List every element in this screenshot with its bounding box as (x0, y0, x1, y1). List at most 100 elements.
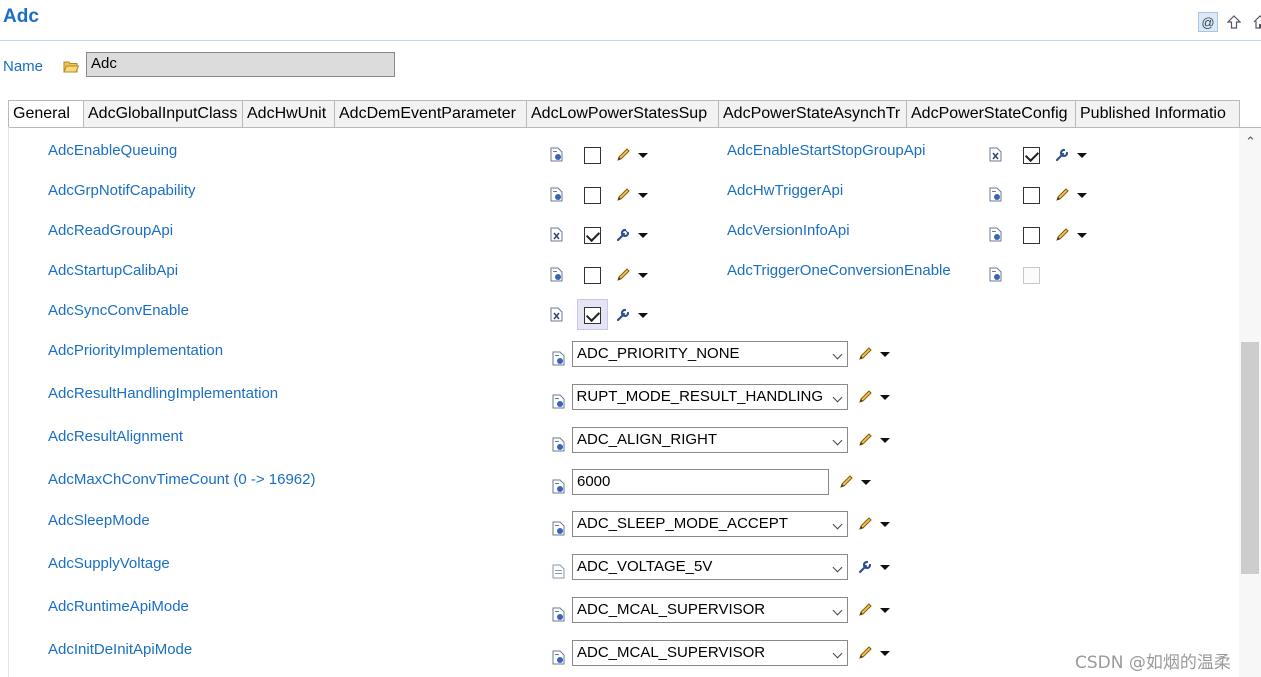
chevron-down-icon[interactable] (880, 395, 890, 400)
doc-pin-icon[interactable] (989, 227, 1002, 242)
doc-pin-icon[interactable] (550, 147, 563, 162)
tab-underline (8, 127, 1261, 128)
param-label: AdcStartupCalibApi (48, 262, 179, 279)
doc-pin-icon[interactable] (550, 187, 563, 202)
doc-x-icon[interactable] (989, 147, 1002, 162)
doc-x-icon[interactable] (550, 307, 563, 322)
doc-pin-icon[interactable] (552, 437, 565, 452)
tab-adc-power-state-config[interactable]: AdcPowerStateConfig (907, 100, 1076, 128)
wrench-icon[interactable] (615, 307, 631, 323)
scroll-up-icon[interactable]: ⌃ (1245, 134, 1256, 150)
param-label: AdcRuntimeApiMode (48, 598, 189, 615)
checkbox[interactable] (584, 307, 601, 324)
wrench-icon[interactable] (1054, 147, 1070, 163)
chevron-down-icon[interactable] (638, 233, 648, 238)
doc-pin-icon[interactable] (552, 650, 565, 665)
chevron-down-icon[interactable] (1077, 193, 1087, 198)
dropdown[interactable]: ADC_MCAL_SUPERVISOR (572, 597, 848, 623)
tab-adc-hw-unit[interactable]: AdcHwUnit (243, 100, 335, 128)
at-icon[interactable]: @ (1198, 12, 1218, 32)
up-arrow-icon[interactable] (1224, 12, 1244, 32)
pencil-icon[interactable] (857, 389, 873, 405)
tab-adc-dem-event-parameter[interactable]: AdcDemEventParameter (335, 100, 527, 128)
checkbox[interactable] (1023, 227, 1040, 244)
tab-adc-global-input-class[interactable]: AdcGlobalInputClass (84, 100, 243, 128)
checkbox[interactable] (584, 267, 601, 284)
param-label: AdcMaxChConvTimeCount (0 -> 16962) (48, 471, 316, 488)
chevron-down-icon[interactable] (880, 608, 890, 613)
param-label: AdcGrpNotifCapability (48, 182, 196, 199)
checkbox[interactable] (1023, 147, 1040, 164)
param-label: AdcSupplyVoltage (48, 555, 170, 572)
dropdown[interactable]: ADC_SLEEP_MODE_ACCEPT (572, 511, 848, 537)
text-field[interactable]: 6000 (572, 469, 829, 495)
wrench-icon[interactable] (615, 227, 631, 243)
checkbox[interactable] (584, 147, 601, 164)
dropdown[interactable]: ADC_MCAL_SUPERVISOR (572, 640, 848, 666)
param-label: AdcEnableQueuing (48, 142, 178, 159)
chevron-down-icon[interactable] (638, 313, 648, 318)
chevron-down-icon[interactable] (880, 565, 890, 570)
pencil-icon[interactable] (857, 645, 873, 661)
pencil-icon[interactable] (857, 602, 873, 618)
dropdown[interactable]: ADC_VOLTAGE_5V (572, 554, 848, 580)
doc-pin-icon[interactable] (989, 267, 1002, 282)
pencil-icon[interactable] (857, 346, 873, 362)
dropdown[interactable]: ADC_PRIORITY_NONE (572, 341, 848, 367)
doc-pin-icon[interactable] (552, 521, 565, 536)
tab-bar: General AdcGlobalInputClass AdcHwUnit Ad… (8, 100, 1240, 128)
param-label: AdcPriorityImplementation (48, 342, 224, 359)
doc-pin-icon[interactable] (552, 479, 565, 494)
header-toolbar: @ (1198, 12, 1261, 32)
chevron-down-icon[interactable] (880, 438, 890, 443)
chevron-down-icon (832, 392, 843, 403)
checkbox[interactable] (584, 227, 601, 244)
chevron-down-icon[interactable] (861, 480, 871, 485)
doc-pin-icon[interactable] (989, 187, 1002, 202)
pencil-icon[interactable] (615, 147, 631, 163)
doc-pin-icon[interactable] (552, 394, 565, 409)
param-label: AdcReadGroupApi (48, 222, 174, 239)
checkbox[interactable] (584, 187, 601, 204)
header-divider (0, 40, 1261, 41)
chevron-down-icon[interactable] (880, 651, 890, 656)
pencil-icon[interactable] (857, 432, 873, 448)
tab-adc-low-power-states-sup[interactable]: AdcLowPowerStatesSup (527, 100, 719, 128)
tab-general[interactable]: General (8, 100, 84, 128)
checkbox[interactable] (1023, 187, 1040, 204)
name-field[interactable]: Adc (86, 52, 395, 77)
folder-icon (63, 61, 79, 73)
pencil-icon[interactable] (1054, 187, 1070, 203)
tab-published-information[interactable]: Published Informatio (1076, 100, 1240, 128)
tab-adc-power-state-asynch-tr[interactable]: AdcPowerStateAsynchTr (719, 100, 907, 128)
doc-x-icon[interactable] (550, 227, 563, 242)
pencil-icon[interactable] (838, 474, 854, 490)
pencil-icon[interactable] (1054, 227, 1070, 243)
doc-icon[interactable] (552, 564, 565, 579)
chevron-down-icon[interactable] (880, 352, 890, 357)
chevron-down-icon[interactable] (638, 273, 648, 278)
param-label: AdcVersionInfoApi (727, 222, 850, 239)
dropdown[interactable]: ADC_INTERRUPT_MODE_RESULT_HANDLING (572, 384, 848, 410)
wrench-icon[interactable] (857, 559, 873, 575)
param-label: AdcSyncConvEnable (48, 302, 189, 319)
chevron-down-icon[interactable] (1077, 153, 1087, 158)
chevron-down-icon[interactable] (1077, 233, 1087, 238)
doc-pin-icon[interactable] (552, 607, 565, 622)
chevron-down-icon[interactable] (880, 522, 890, 527)
doc-pin-icon[interactable] (550, 267, 563, 282)
param-label: AdcHwTriggerApi (727, 182, 844, 199)
checkbox (1023, 267, 1040, 284)
param-label: AdcResultHandlingImplementation (48, 385, 279, 402)
doc-pin-icon[interactable] (552, 351, 565, 366)
home-icon[interactable] (1250, 12, 1261, 32)
chevron-down-icon[interactable] (638, 153, 648, 158)
dropdown[interactable]: ADC_ALIGN_RIGHT (572, 427, 848, 453)
pencil-icon[interactable] (857, 516, 873, 532)
param-label: AdcSleepMode (48, 512, 150, 529)
scrollbar-thumb[interactable] (1241, 342, 1259, 574)
param-label: AdcTriggerOneConversionEnable (727, 262, 951, 279)
pencil-icon[interactable] (615, 187, 631, 203)
pencil-icon[interactable] (615, 267, 631, 283)
chevron-down-icon[interactable] (638, 193, 648, 198)
